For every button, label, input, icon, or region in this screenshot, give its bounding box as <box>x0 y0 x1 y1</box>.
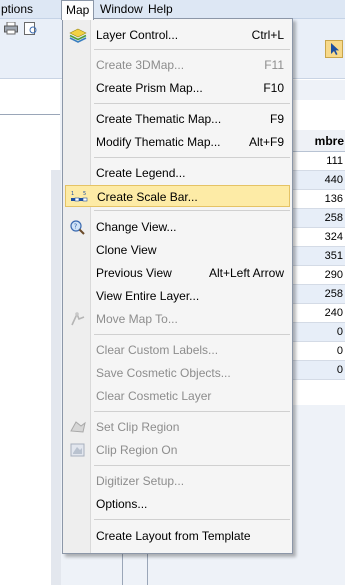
menu-item-shortcut: F9 <box>269 112 284 126</box>
menu-item-label: Set Clip Region <box>96 420 180 434</box>
menu-item-previous-view[interactable]: Previous View Alt+Left Arrow <box>65 262 290 284</box>
menu-item-label: View Entire Layer... <box>96 289 200 303</box>
menu-item-change-view[interactable]: ? Change View... <box>65 216 290 238</box>
menu-item-create-thematic-map[interactable]: Create Thematic Map... F9 <box>65 108 290 130</box>
menu-item-clip-region-on[interactable]: Clip Region On <box>65 439 290 461</box>
menu-item-move-map-to[interactable]: Move Map To... <box>65 308 290 330</box>
menu-item-shortcut: Alt+F9 <box>248 135 284 149</box>
menu-item-clear-cosmetic-layer[interactable]: Clear Cosmetic Layer <box>65 385 290 407</box>
menu-item-label: Create Prism Map... <box>96 81 203 95</box>
menu-separator <box>94 519 290 520</box>
menu-item-label: Modify Thematic Map... <box>96 135 221 149</box>
menu-item-label: Create Scale Bar... <box>97 190 198 204</box>
menu-window[interactable]: Window <box>96 0 147 19</box>
menu-item-create-layout-from-template[interactable]: Create Layout from Template <box>65 525 290 547</box>
menu-item-layer-control[interactable]: Layer Control... Ctrl+L <box>65 24 290 46</box>
change-view-icon: ? <box>70 220 85 235</box>
select-tool-button[interactable] <box>325 40 343 58</box>
menu-separator <box>94 157 290 158</box>
layer-control-icon <box>69 28 87 43</box>
menu-item-label: Create 3DMap... <box>96 58 185 72</box>
menu-item-label: Move Map To... <box>96 312 178 326</box>
menu-bar: ptions Map Window Help <box>0 0 345 20</box>
clip-region-icon <box>70 443 85 457</box>
menu-item-label: Change View... <box>96 220 177 234</box>
menu-item-label: Digitizer Setup... <box>96 474 185 488</box>
scroll-strip <box>51 170 61 585</box>
menu-item-clear-custom-labels[interactable]: Clear Custom Labels... <box>65 339 290 361</box>
menu-item-label: Clear Custom Labels... <box>96 343 219 357</box>
set-clip-region-icon <box>70 421 86 433</box>
menu-item-clone-view[interactable]: Clone View <box>65 239 290 261</box>
menu-options[interactable]: ptions <box>0 0 37 19</box>
menu-item-create-scale-bar[interactable]: 1 5 Create Scale Bar... <box>65 185 290 207</box>
menu-item-create-prism-map[interactable]: Create Prism Map... F10 <box>65 77 290 99</box>
menu-item-label: Layer Control... <box>96 28 179 42</box>
menu-separator <box>94 465 290 466</box>
menu-separator <box>94 334 290 335</box>
menu-item-label: Clip Region On <box>96 443 178 457</box>
menu-item-create-3dmap[interactable]: Create 3DMap... F11 <box>65 54 290 76</box>
menu-item-label: Create Thematic Map... <box>96 112 222 126</box>
svg-text:1: 1 <box>71 191 74 197</box>
map-menu-dropdown: Layer Control... Ctrl+L Create 3DMap... … <box>62 18 293 554</box>
scale-bar-icon: 1 5 <box>71 191 88 202</box>
menu-item-digitizer-setup[interactable]: Digitizer Setup... <box>65 470 290 492</box>
svg-text:?: ? <box>74 223 78 231</box>
menu-item-label: Create Legend... <box>96 166 186 180</box>
menu-item-options[interactable]: Options... <box>65 493 290 515</box>
menu-item-label: Previous View <box>96 266 172 280</box>
menu-item-view-entire-layer[interactable]: View Entire Layer... <box>65 285 290 307</box>
print-preview-icon[interactable] <box>24 22 38 35</box>
menu-item-shortcut: Ctrl+L <box>251 28 284 42</box>
menu-item-shortcut: Alt+Left Arrow <box>208 266 284 280</box>
menu-separator <box>94 49 290 50</box>
menu-item-label: Clone View <box>96 243 157 257</box>
menu-item-label: Clear Cosmetic Layer <box>96 389 212 403</box>
pointer-icon <box>331 43 339 55</box>
move-map-icon <box>71 311 85 326</box>
print-icon[interactable] <box>4 22 18 35</box>
menu-item-save-cosmetic-objects[interactable]: Save Cosmetic Objects... <box>65 362 290 384</box>
menu-item-label: Save Cosmetic Objects... <box>96 366 231 380</box>
menu-item-label: Options... <box>96 497 148 511</box>
menu-item-create-legend[interactable]: Create Legend... <box>65 162 290 184</box>
menu-separator <box>94 103 290 104</box>
menu-help[interactable]: Help <box>144 0 177 19</box>
menu-item-set-clip-region[interactable]: Set Clip Region <box>65 416 290 438</box>
menu-separator <box>94 210 290 211</box>
menu-separator <box>94 411 290 412</box>
menu-item-shortcut: F11 <box>264 58 284 72</box>
svg-text:5: 5 <box>83 191 86 197</box>
menu-item-shortcut: F10 <box>263 81 284 95</box>
menu-item-label: Create Layout from Template <box>96 529 251 543</box>
menu-map[interactable]: Map <box>61 0 95 20</box>
menu-item-modify-thematic-map[interactable]: Modify Thematic Map... Alt+F9 <box>65 131 290 153</box>
